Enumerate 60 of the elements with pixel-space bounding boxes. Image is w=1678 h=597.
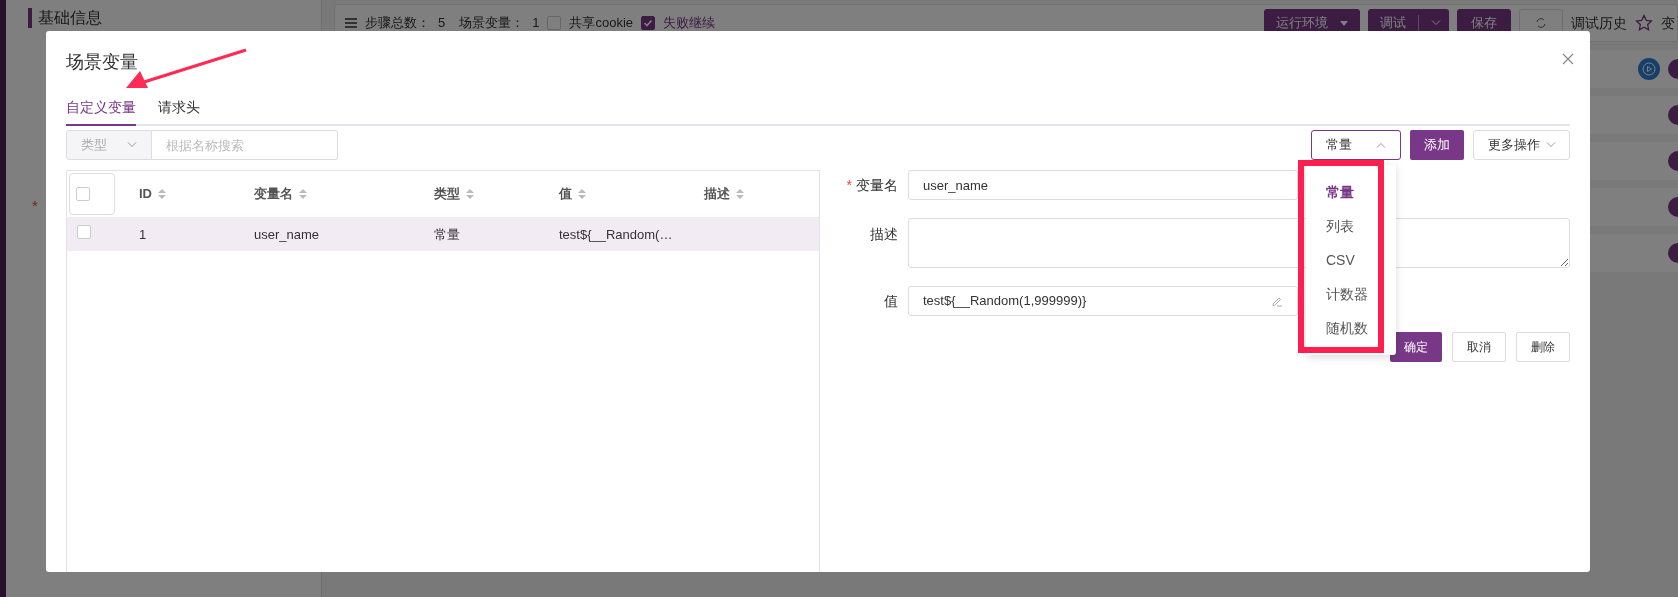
dropdown-option[interactable]: CSV bbox=[1306, 243, 1396, 277]
value-field[interactable]: test${__Random(1,999999)} bbox=[908, 286, 1298, 316]
required-mark: * bbox=[846, 176, 852, 193]
share-cookie-label: 共享cookie bbox=[569, 14, 634, 33]
column-header[interactable]: 类型 bbox=[434, 184, 460, 204]
table-cell-text: user_name bbox=[253, 225, 321, 244]
table-cell-text: test${__Random(… bbox=[558, 225, 674, 244]
continue-checkbox[interactable] bbox=[641, 16, 656, 30]
menu-icon[interactable] bbox=[345, 18, 357, 28]
edit-icon[interactable] bbox=[1271, 295, 1283, 307]
tab[interactable]: 自定义变量 bbox=[66, 97, 136, 126]
dropdown-option[interactable]: 列表 bbox=[1306, 209, 1396, 243]
sort-icon[interactable] bbox=[299, 188, 307, 200]
name-field[interactable]: user_name bbox=[908, 170, 1298, 200]
step-total-label: 步骤总数： bbox=[365, 14, 430, 33]
chevron-icon bbox=[1431, 20, 1441, 26]
chevron-icon bbox=[1376, 142, 1386, 148]
sort-icon[interactable] bbox=[736, 188, 744, 200]
triangle-icon bbox=[1340, 20, 1348, 26]
type-select[interactable]: 常量 bbox=[1311, 130, 1401, 160]
sort-icon[interactable] bbox=[158, 188, 166, 200]
continue-label: 失败继续 bbox=[663, 14, 716, 33]
scene-vars-label: 场景变量： bbox=[459, 14, 525, 33]
column-header[interactable]: ID bbox=[139, 184, 152, 204]
check-icon bbox=[643, 18, 654, 28]
search-field[interactable]: 根据名称搜索 bbox=[152, 130, 338, 160]
more-actions-button[interactable]: 更多操作 bbox=[1473, 130, 1570, 160]
play-icon[interactable] bbox=[1638, 58, 1660, 80]
field-label: 描述 bbox=[870, 226, 898, 242]
star-icon[interactable] bbox=[1635, 14, 1653, 32]
chevron-icon bbox=[127, 142, 137, 148]
select-all-checkbox[interactable] bbox=[76, 187, 90, 201]
sort-icon[interactable] bbox=[466, 188, 474, 200]
share-cookie-checkbox[interactable] bbox=[547, 16, 562, 30]
dropdown-option[interactable]: 常量 bbox=[1306, 175, 1396, 209]
scene-vars-count: 1 bbox=[532, 14, 540, 33]
step-total: 5 bbox=[438, 14, 446, 33]
dropdown-option[interactable]: 计数器 bbox=[1306, 277, 1396, 311]
history-link[interactable]: 调试历史 bbox=[1571, 12, 1627, 34]
refresh-icon bbox=[1535, 17, 1547, 29]
form-button[interactable]: 删除 bbox=[1516, 332, 1570, 362]
close-icon[interactable] bbox=[1562, 53, 1574, 65]
table-row[interactable]: 1 user_name 常量 test${__Random(… bbox=[67, 218, 819, 251]
changes-label[interactable]: 变 bbox=[1661, 12, 1675, 34]
column-header[interactable]: 变量名 bbox=[254, 184, 293, 204]
tab[interactable]: 请求头 bbox=[158, 97, 200, 126]
form-button[interactable]: 取消 bbox=[1452, 332, 1506, 362]
row-checkbox[interactable] bbox=[77, 224, 91, 239]
dialog-title: 场景变量 bbox=[66, 51, 138, 74]
field-label: 值 bbox=[884, 292, 898, 309]
chevron-icon bbox=[1545, 142, 1556, 148]
column-header[interactable]: 值 bbox=[559, 184, 572, 204]
table-cell-text: 常量 bbox=[433, 225, 461, 244]
column-header[interactable]: 描述 bbox=[704, 184, 730, 204]
required-mark: * bbox=[32, 198, 38, 214]
add-button[interactable]: 添加 bbox=[1410, 130, 1464, 160]
form-button[interactable]: 确定 bbox=[1390, 332, 1442, 362]
table-cell-text: 1 bbox=[138, 225, 148, 244]
field-label: 变量名 bbox=[856, 176, 898, 193]
sort-icon[interactable] bbox=[578, 188, 586, 200]
